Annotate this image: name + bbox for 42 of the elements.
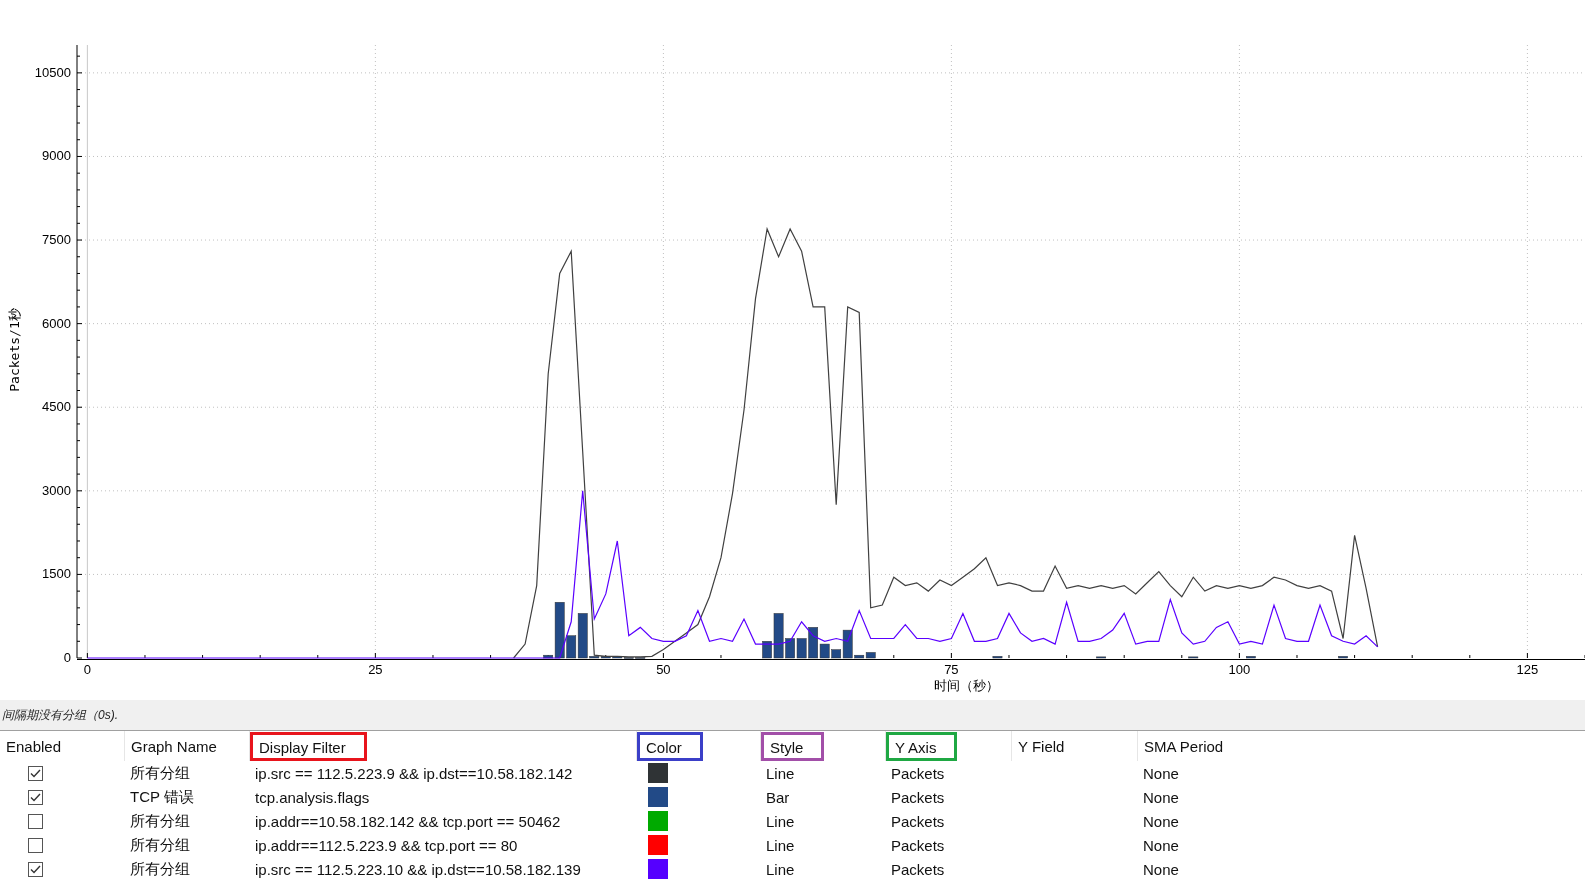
table-cell: Line xyxy=(766,836,795,854)
tick-label: 0 xyxy=(63,650,71,665)
table-cell: Line xyxy=(766,764,795,782)
table-cell: 所有分组 xyxy=(130,859,190,879)
table-cell: Bar xyxy=(766,788,790,806)
tick-label: 7500 xyxy=(42,232,71,248)
table-cell: None xyxy=(1143,812,1179,830)
table-cell: Packets xyxy=(891,788,945,806)
tick-label: 0 xyxy=(83,662,91,677)
table-cell: None xyxy=(1143,764,1179,782)
table-cell: 所有分组 xyxy=(130,811,190,831)
tick-label: 25 xyxy=(368,662,383,677)
tick-label: 4500 xyxy=(42,399,71,415)
table-cell: None xyxy=(1143,836,1179,854)
table-cell: Packets xyxy=(891,812,945,830)
table-cell: Packets xyxy=(891,764,945,782)
axis-title: Packets/1秒 xyxy=(7,308,22,392)
tick-label: 3000 xyxy=(42,482,71,498)
tick-label: 75 xyxy=(944,662,959,677)
table-cell: TCP 错误 xyxy=(130,787,194,807)
table-cell: ip.addr==112.5.223.9 && tcp.port == 80 xyxy=(255,836,518,854)
tick-label: 50 xyxy=(656,662,671,677)
table-cell: ip.addr==10.58.182.142 && tcp.port == 50462 xyxy=(255,812,561,830)
table-cell: Line xyxy=(766,812,795,830)
table-cell: tcp.analysis.flags xyxy=(255,788,370,806)
tick-label: 6000 xyxy=(42,315,71,331)
table-cell: None xyxy=(1143,860,1179,878)
tick-label: 125 xyxy=(1516,662,1539,677)
tick-label: 10500 xyxy=(34,64,71,80)
table-cell: Packets xyxy=(891,836,945,854)
table-cell: Line xyxy=(766,860,795,878)
status-text: 间隔期没有分组（0s). xyxy=(2,706,118,724)
tick-label: 100 xyxy=(1228,662,1251,677)
tick-label: 1500 xyxy=(42,566,71,582)
table-cell: ip.src == 112.5.223.9 && ip.dst==10.58.182.142 xyxy=(255,764,573,782)
table-cell: Packets xyxy=(891,860,945,878)
axis-title: 时间（秒） xyxy=(933,678,999,693)
table-cell: ip.src == 112.5.223.10 && ip.dst==10.58.182.139 xyxy=(255,860,581,878)
table-cell: None xyxy=(1143,788,1179,806)
table-cell: 所有分组 xyxy=(130,763,190,783)
tick-label: 9000 xyxy=(42,148,71,164)
table-cell: 所有分组 xyxy=(130,835,190,855)
